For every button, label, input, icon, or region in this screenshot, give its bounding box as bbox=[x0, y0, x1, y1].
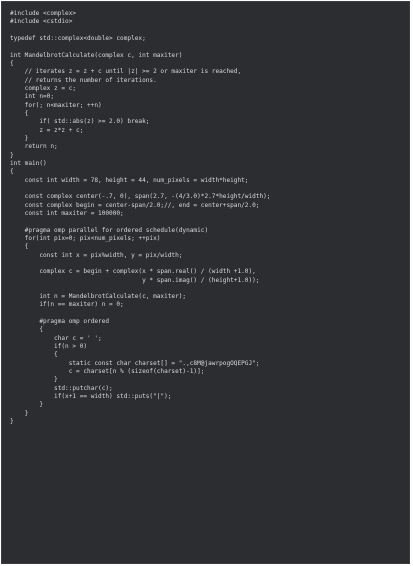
code-line: #include <cstdio> bbox=[10, 18, 73, 26]
code-line: complex z = c; bbox=[10, 84, 77, 92]
code-line: c = charset[n % (sizeof(charset)-1)]; bbox=[10, 368, 205, 376]
code-line: for(; n<maxiter; ++n) bbox=[10, 101, 102, 109]
code-line: const int width = 78, height = 44, num_p… bbox=[10, 176, 249, 184]
code-line: } bbox=[10, 401, 44, 409]
code-line: complex c = begin + complex(x * span.rea… bbox=[10, 268, 256, 276]
code-line: int MandelbrotCalculate(complex c, int m… bbox=[10, 51, 183, 59]
code-content: #include <complex> #include <cstdio> typed… bbox=[10, 10, 405, 426]
code-line: { bbox=[10, 168, 14, 176]
code-line: int main() bbox=[10, 159, 47, 167]
code-line: if( std::abs(z) >= 2.0) break; bbox=[10, 118, 150, 126]
code-line: } bbox=[10, 151, 14, 159]
code-line: return n; bbox=[10, 143, 58, 151]
code-block: #include <complex> #include <cstdio> typed… bbox=[1, 1, 410, 564]
code-line: int n=0; bbox=[10, 93, 55, 101]
code-line: static const char charset[] = ".,c8M@jaw… bbox=[10, 359, 260, 367]
code-line: { bbox=[10, 351, 58, 359]
code-line: int n = MandelbrotCalculate(c, maxiter); bbox=[10, 293, 187, 301]
code-line: #pragma omp parallel for ordered schedul… bbox=[10, 226, 209, 234]
code-line: { bbox=[10, 109, 29, 117]
code-line: // returns the number of iterations. bbox=[10, 76, 157, 84]
code-line: { bbox=[10, 59, 14, 67]
code-line: #include <complex> bbox=[10, 10, 77, 17]
code-line: if(n == maxiter) n = 0; bbox=[10, 301, 124, 309]
code-line: } bbox=[10, 409, 29, 417]
code-line: const int x = pix%width, y = pix/width; bbox=[10, 251, 183, 259]
code-line: #pragma omp ordered bbox=[10, 318, 110, 326]
code-line: if(n > 0) bbox=[10, 343, 88, 351]
code-line: y * span.imag() / (height+1.0)); bbox=[10, 276, 260, 284]
code-line: const int maxiter = 100000; bbox=[10, 209, 124, 217]
code-line: { bbox=[10, 243, 29, 251]
code-line: } bbox=[10, 376, 58, 384]
code-line: std::putchar(c); bbox=[10, 384, 113, 392]
code-line: const complex begin = center-span/2.0;//… bbox=[10, 201, 260, 209]
code-line: { bbox=[10, 326, 44, 334]
code-line: char c = ' '; bbox=[10, 334, 102, 342]
code-line: for(int pix=0; pix<num_pixels; ++pix) bbox=[10, 234, 161, 242]
code-line: } bbox=[10, 134, 29, 142]
code-line: const complex center(-.7, 0), span(2.7, … bbox=[10, 193, 271, 201]
code-line: // iterates z = z + c until |z| >= 2 or … bbox=[10, 68, 242, 76]
code-line: if(x+1 == width) std::puts("|"); bbox=[10, 393, 172, 401]
code-line: } bbox=[10, 418, 14, 426]
code-line: typedef std::complex<double> complex; bbox=[10, 34, 146, 42]
code-line: z = z*z + c; bbox=[10, 126, 84, 134]
